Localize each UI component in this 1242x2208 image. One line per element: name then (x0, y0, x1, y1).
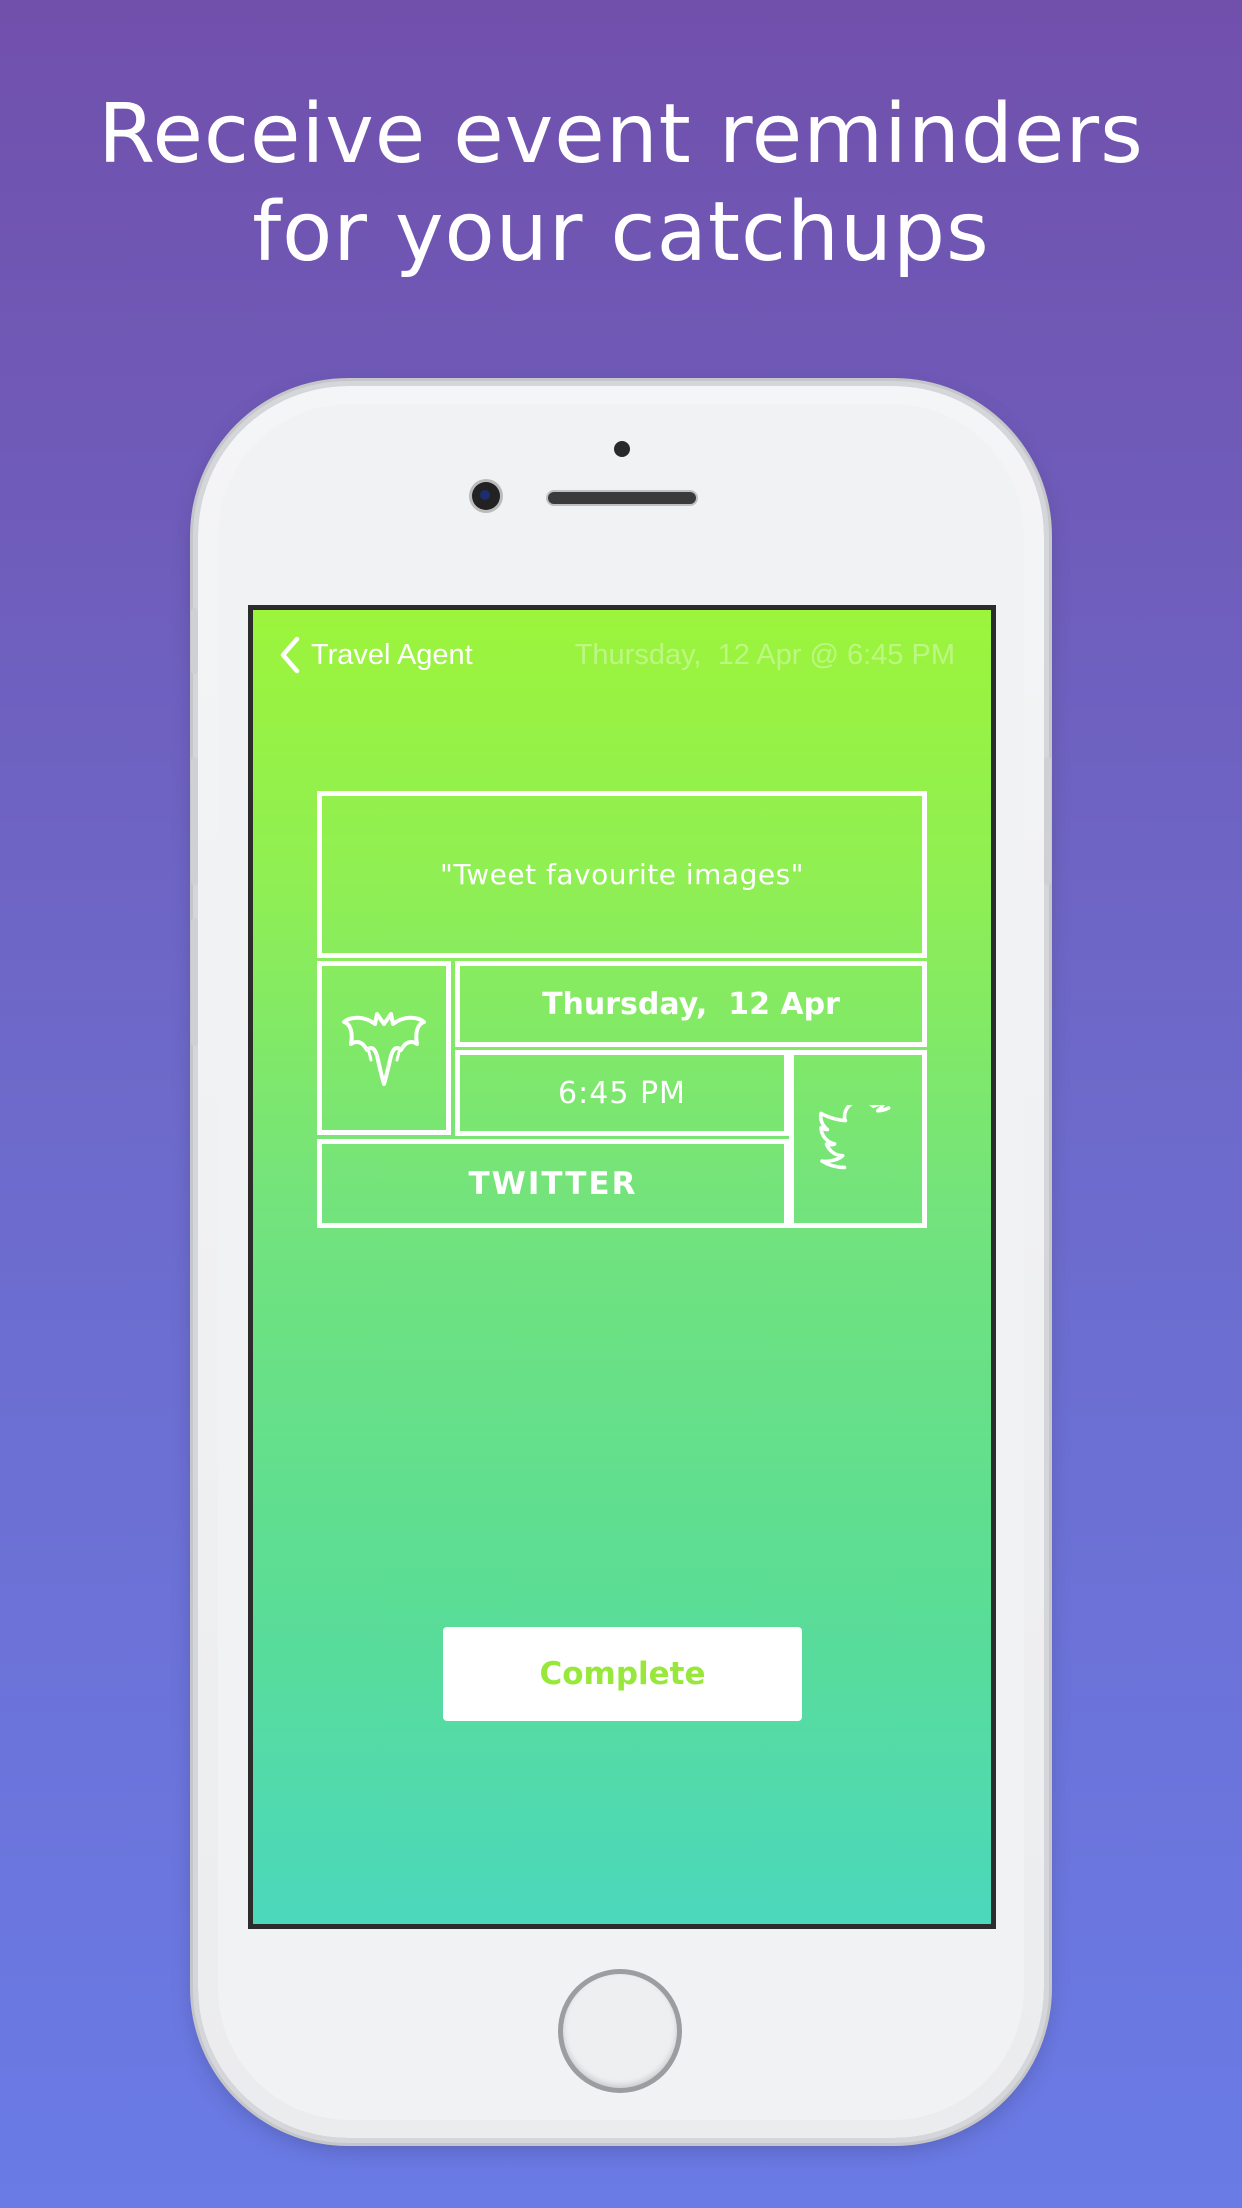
event-service: TWITTER (468, 1165, 638, 1202)
proximity-sensor (614, 441, 630, 457)
event-time-cell: 6:45 PM (455, 1050, 789, 1136)
volume-down-button (191, 918, 198, 1046)
back-button[interactable]: Travel Agent (277, 630, 473, 680)
chevron-left-icon (280, 636, 300, 674)
headline: Receive event reminders for your catchup… (0, 86, 1242, 282)
event-quote: "Tweet favourite images" (439, 858, 805, 891)
twitter-bird-icon (818, 1105, 891, 1170)
event-quote-cell: "Tweet favourite images" (317, 791, 927, 958)
nav-title: Thursday, 12 Apr @ 6:45 PM (574, 639, 955, 671)
mute-switch (191, 608, 198, 674)
event-time: 6:45 PM (558, 1075, 686, 1111)
event-date: Thursday, 12 Apr (542, 986, 840, 1022)
back-button-label: Travel Agent (311, 638, 473, 671)
power-button (1044, 757, 1051, 885)
service-icon-cell (789, 1050, 927, 1228)
front-camera-icon (472, 482, 500, 510)
home-button[interactable] (563, 1974, 677, 2088)
bat-icon (342, 1012, 426, 1086)
headline-line-1: Receive event reminders (98, 87, 1144, 182)
event-date-cell: Thursday, 12 Apr (455, 961, 927, 1047)
earpiece-speaker (548, 492, 696, 504)
category-icon-cell (317, 961, 451, 1135)
volume-up-button (191, 757, 198, 885)
event-service-cell: TWITTER (317, 1139, 789, 1228)
complete-button[interactable]: Complete (443, 1627, 802, 1721)
headline-line-2: for your catchups (252, 185, 990, 280)
